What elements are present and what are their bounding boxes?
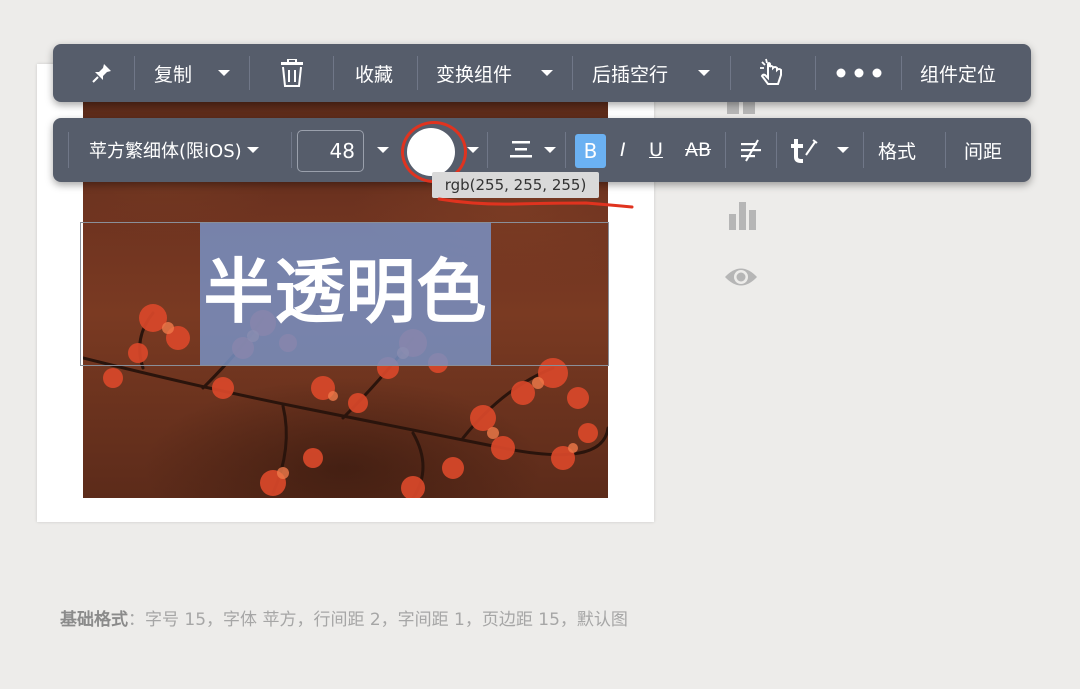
chevron-down-icon bbox=[247, 147, 260, 153]
font-family-select[interactable]: 苹方繁细体(限iOS) bbox=[89, 118, 260, 182]
chart-icon[interactable] bbox=[728, 200, 758, 234]
divider bbox=[291, 132, 292, 168]
divider bbox=[68, 132, 69, 168]
divider bbox=[333, 56, 334, 90]
insert-empty-line-button[interactable]: 后插空行 bbox=[592, 44, 668, 102]
copy-button[interactable]: 复制 bbox=[154, 44, 192, 102]
transform-component-button[interactable]: 变换组件 bbox=[436, 44, 512, 102]
eye-icon[interactable] bbox=[724, 264, 758, 294]
divider bbox=[815, 56, 816, 90]
divider bbox=[901, 56, 902, 90]
divider bbox=[417, 56, 418, 90]
favorite-button[interactable]: 收藏 bbox=[355, 44, 393, 102]
trash-icon[interactable] bbox=[279, 44, 305, 102]
divider bbox=[863, 132, 864, 168]
font-size-input[interactable]: 48 bbox=[297, 130, 364, 172]
italic-button[interactable]: I bbox=[620, 118, 626, 182]
divider bbox=[249, 56, 250, 90]
basic-format-note: 基础格式：字号 15，字体 苹方，行间距 2，字间距 1，页边距 15，默认图 bbox=[60, 610, 628, 630]
clear-format-icon[interactable] bbox=[739, 118, 763, 182]
format-button[interactable]: 格式 bbox=[878, 118, 916, 182]
insert-dropdown-chevron-down-icon[interactable] bbox=[698, 44, 710, 102]
pointer-icon[interactable] bbox=[758, 44, 788, 102]
headline-text[interactable]: 半透明色 bbox=[200, 246, 491, 338]
divider bbox=[487, 132, 488, 168]
spacing-button[interactable]: 间距 bbox=[964, 118, 1002, 182]
component-toolbar: 复制 收藏 变换组件 后插空行 组件定位 bbox=[53, 44, 1031, 102]
divider bbox=[565, 132, 566, 168]
strikethrough-button[interactable]: AB bbox=[685, 118, 711, 182]
annotation-underline bbox=[437, 197, 634, 209]
divider bbox=[730, 56, 731, 90]
divider bbox=[945, 132, 946, 168]
divider bbox=[572, 56, 573, 90]
font-size-chevron-down-icon[interactable] bbox=[377, 118, 389, 182]
pin-icon[interactable] bbox=[91, 44, 113, 102]
divider bbox=[776, 132, 777, 168]
transform-dropdown-chevron-down-icon[interactable] bbox=[541, 44, 553, 102]
divider bbox=[725, 132, 726, 168]
copy-dropdown-chevron-down-icon[interactable] bbox=[218, 44, 230, 102]
locate-component-button[interactable]: 组件定位 bbox=[920, 44, 996, 102]
text-style-chevron-down-icon[interactable] bbox=[837, 118, 849, 182]
underline-button[interactable]: U bbox=[649, 118, 663, 182]
divider bbox=[134, 56, 135, 90]
text-style-icon[interactable] bbox=[790, 118, 818, 182]
bold-button[interactable]: B bbox=[575, 134, 606, 168]
more-icon[interactable] bbox=[836, 44, 882, 102]
